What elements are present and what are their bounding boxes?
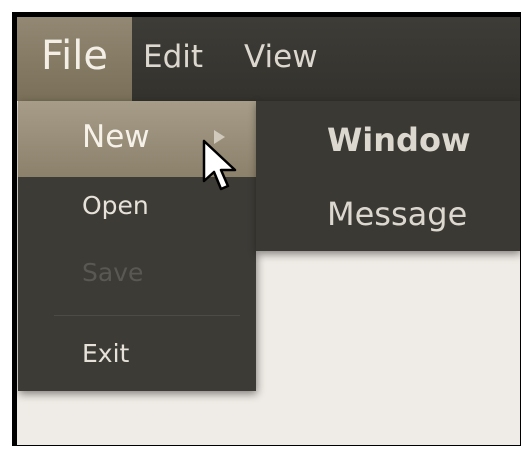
application-window: File Edit View New Open Save Exit Window… (17, 17, 520, 445)
menu-bar: File Edit View (17, 17, 520, 101)
menu-item-save: Save (18, 239, 256, 309)
menu-item-new-label: New (82, 119, 150, 155)
menubar-view[interactable]: View (244, 17, 318, 101)
menubar-edit[interactable]: Edit (143, 17, 203, 101)
menu-separator (54, 315, 240, 316)
new-submenu: Window Message (256, 101, 520, 251)
submenu-item-message[interactable]: Message (327, 189, 467, 239)
menu-item-exit-label: Exit (82, 339, 130, 368)
submenu-item-window[interactable]: Window (327, 115, 471, 165)
menu-item-open-label: Open (82, 191, 149, 220)
mouse-cursor-icon (202, 139, 237, 191)
menubar-file[interactable]: File (17, 17, 132, 101)
menu-item-save-label: Save (82, 258, 144, 287)
menu-item-exit[interactable]: Exit (18, 323, 256, 385)
